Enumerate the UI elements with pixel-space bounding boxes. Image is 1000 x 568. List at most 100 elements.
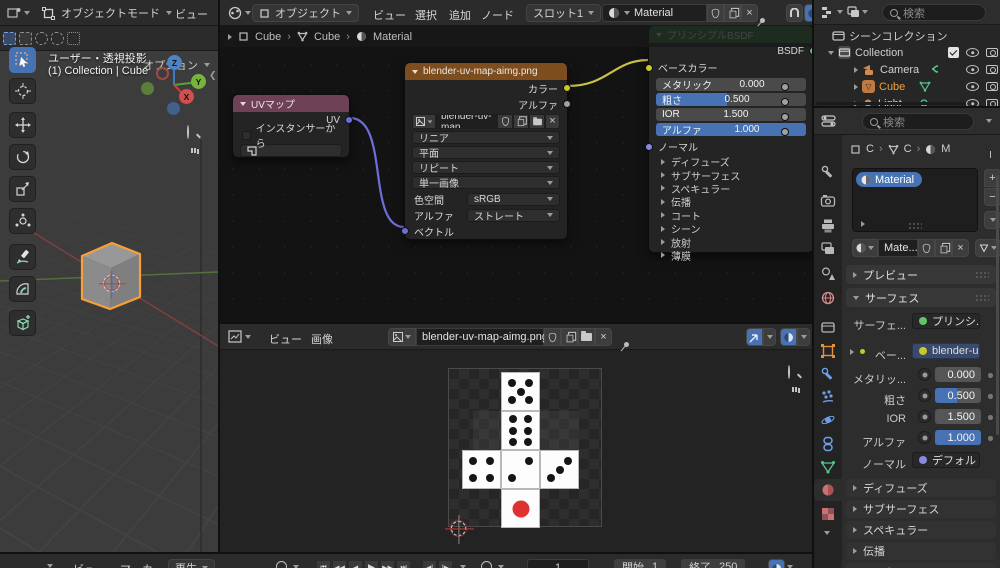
tool-transform[interactable] xyxy=(9,208,36,234)
material-copy-icon[interactable] xyxy=(724,4,741,22)
tool-annotate[interactable] xyxy=(9,244,36,270)
timeline-menu-view[interactable]: ビュー xyxy=(66,561,113,568)
normal-menu[interactable]: デフォルト xyxy=(912,452,980,468)
fake-user-shield-icon[interactable] xyxy=(918,239,935,257)
tab-view-layer[interactable] xyxy=(814,238,842,260)
sidebar-toggle-icon[interactable]: ❮ xyxy=(209,70,217,81)
roughness-socket[interactable] xyxy=(781,98,789,106)
material-name[interactable]: Material xyxy=(634,7,673,19)
breadcrumb-data[interactable]: C xyxy=(904,143,912,155)
interpolation-dropdown[interactable]: リニア xyxy=(412,131,560,145)
tab-output[interactable] xyxy=(814,215,842,237)
image-menu-image[interactable]: 画像 xyxy=(304,331,340,347)
render-camera-icon[interactable] xyxy=(986,65,998,74)
image-copy-icon[interactable] xyxy=(561,328,578,346)
source-dropdown[interactable]: 単一画像 xyxy=(412,176,560,190)
slot-dropdown[interactable]: スロット1 xyxy=(526,4,602,22)
section-thin-film[interactable]: 薄膜 xyxy=(649,249,812,263)
projection-dropdown[interactable]: 平面 xyxy=(412,146,560,160)
breadcrumb-data[interactable]: Cube xyxy=(314,31,340,43)
tab-modifiers[interactable] xyxy=(814,363,842,385)
select-mode-paint-icon[interactable] xyxy=(67,31,80,45)
start-frame-field[interactable]: 開始 1 xyxy=(614,559,667,568)
image-menu-view[interactable]: ビュー xyxy=(262,331,309,347)
timeline-editor-dropdown[interactable] xyxy=(47,564,53,568)
metallic-slider[interactable]: 0.000 xyxy=(935,367,981,382)
color-output-socket[interactable] xyxy=(563,84,571,92)
hide-eye-icon[interactable] xyxy=(966,82,979,91)
section-specular[interactable]: スペキュラー xyxy=(846,521,996,539)
mode-dropdown[interactable]: オブジェクトモード xyxy=(42,5,172,21)
image-fake-user-icon[interactable] xyxy=(544,328,561,346)
gizmo-x-axis[interactable]: X xyxy=(179,89,194,104)
metallic-decorator[interactable] xyxy=(988,373,993,378)
copy-icon[interactable] xyxy=(935,239,952,257)
tab-tool[interactable] xyxy=(814,161,842,183)
gizmo-y-axis[interactable]: Y xyxy=(191,74,206,89)
breadcrumb-material[interactable]: M xyxy=(941,143,950,155)
alpha-slider[interactable]: アルファ 1.000 xyxy=(656,123,806,136)
tool-rotate[interactable] xyxy=(9,144,36,170)
current-frame-field[interactable]: 1 xyxy=(527,559,589,568)
shader-type-dropdown[interactable]: オブジェクト xyxy=(252,4,359,22)
vector-input-socket[interactable] xyxy=(401,227,409,235)
hide-eye-icon[interactable] xyxy=(966,65,979,74)
alpha-socket[interactable] xyxy=(781,128,789,136)
select-mode-tweak-icon[interactable] xyxy=(3,31,16,45)
open-folder-icon[interactable] xyxy=(529,114,545,129)
properties-editor-type-icon[interactable] xyxy=(821,115,836,130)
tool-select-box[interactable] xyxy=(9,47,36,73)
uv-output-socket[interactable] xyxy=(345,116,353,124)
timeline-menu-play[interactable]: 再生 xyxy=(168,559,215,568)
section-diffuse[interactable]: ディフューズ xyxy=(846,479,996,497)
display-channels-dropdown[interactable] xyxy=(797,328,810,346)
principled-bsdf-node[interactable]: プリンシプルBSDF BSDF ベースカラー メタリック0.000 粗さ0.50… xyxy=(645,25,812,263)
material-browse-icon[interactable]: Material xyxy=(602,4,707,22)
select-mode-lasso-icon[interactable] xyxy=(51,31,64,45)
material-unlink-icon[interactable]: × xyxy=(741,4,758,22)
ior-slider[interactable]: IOR 1.500 xyxy=(656,108,806,121)
metallic-socket[interactable] xyxy=(781,83,789,91)
outliner[interactable]: 検索 シーンコレクション Collection Camera ▽ Cube xyxy=(812,0,1000,106)
slot-list-grip[interactable] xyxy=(908,222,922,229)
alpha-slider[interactable]: 1.000 xyxy=(935,430,981,445)
image-canvas[interactable] xyxy=(448,368,602,528)
alpha-mode-dropdown[interactable]: ストレート xyxy=(467,208,560,223)
shader-editor[interactable]: UVマップ UV インスタンサーから blender-uv-map-aimg.p… xyxy=(218,0,812,322)
ior-socket-button[interactable] xyxy=(918,410,931,423)
material-slot-selected[interactable]: Material xyxy=(856,172,922,187)
section-coat[interactable]: コート xyxy=(846,563,996,568)
zoom-icon[interactable] xyxy=(187,125,189,139)
image-editor[interactable]: ビュー 画像 blender-uv-map-aimg.png × xyxy=(218,322,812,552)
tabs-overflow-icon[interactable] xyxy=(824,531,830,535)
tab-constraints[interactable] xyxy=(814,433,842,455)
section-subsurface[interactable]: サブサーフェス xyxy=(649,168,812,183)
extension-dropdown[interactable]: リピート xyxy=(412,161,560,175)
render-camera-icon[interactable] xyxy=(986,99,998,106)
material-slot-list[interactable]: Material xyxy=(852,168,978,232)
section-transmission[interactable]: 伝播 xyxy=(649,195,812,209)
jump-end-icon[interactable]: ⏭ xyxy=(396,560,411,568)
unlink-icon[interactable]: × xyxy=(545,114,560,129)
tab-object[interactable] xyxy=(814,340,842,362)
properties-options-dropdown[interactable] xyxy=(986,119,992,123)
tab-scene[interactable] xyxy=(814,263,842,285)
section-diffuse[interactable]: ディフューズ xyxy=(649,155,812,169)
section-transmission[interactable]: 伝播 xyxy=(846,542,996,560)
roughness-slider[interactable]: 粗さ 0.500 xyxy=(656,93,806,106)
outliner-collection-row[interactable]: Collection xyxy=(814,44,1000,61)
next-key-icon[interactable]: ▶▶ xyxy=(380,560,395,568)
metallic-slider[interactable]: メタリック 0.000 xyxy=(656,78,806,91)
outliner-cube-row[interactable]: ▽ Cube xyxy=(814,78,1000,95)
expand-icon[interactable] xyxy=(854,66,858,73)
section-subsurface[interactable]: サブサーフェス xyxy=(846,500,996,518)
image-editor-type-icon[interactable] xyxy=(228,330,251,343)
roughness-decorator[interactable] xyxy=(988,394,993,399)
editor-type-icon[interactable] xyxy=(7,7,30,19)
pin-icon[interactable] xyxy=(758,16,767,25)
hide-eye-icon[interactable] xyxy=(966,99,979,106)
tool-scale[interactable] xyxy=(9,176,36,202)
ior-slider[interactable]: 1.500 xyxy=(935,409,981,424)
section-coat[interactable]: コート xyxy=(649,209,812,223)
tab-render[interactable] xyxy=(814,190,842,212)
